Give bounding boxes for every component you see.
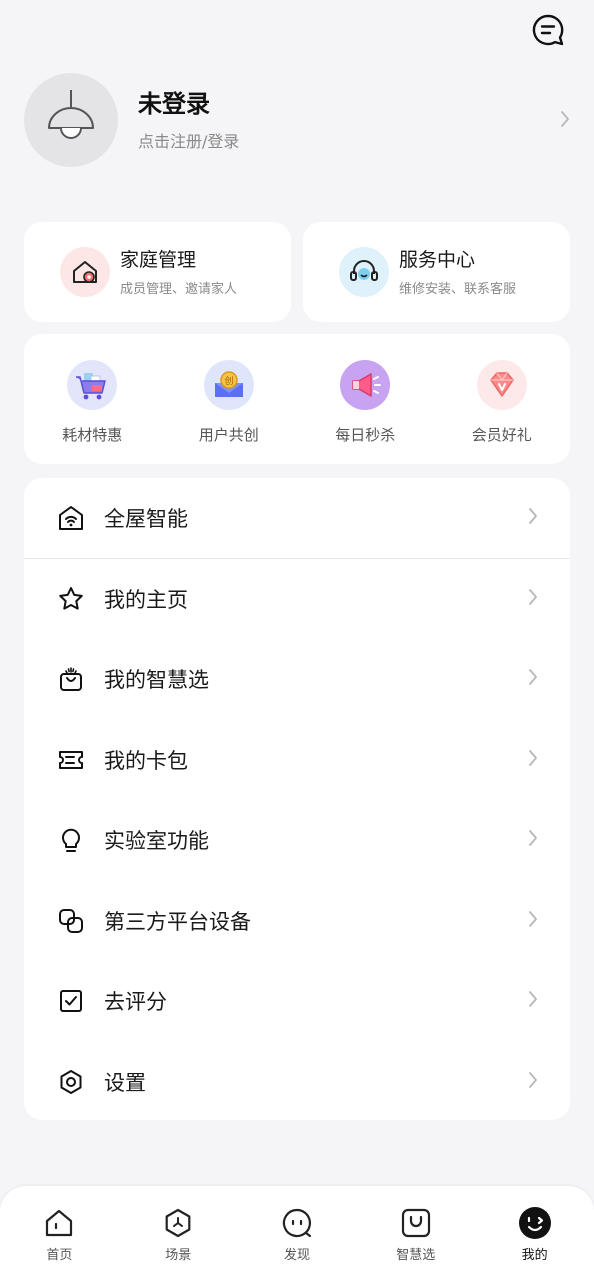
promo-member-gift-label: 会员好礼 xyxy=(471,426,532,444)
home-settings-icon xyxy=(60,247,110,297)
menu-list: 全屋智能 我的主页 我的智慧选 我的卡包 实验室功能 第三方平台设备 去评分 设… xyxy=(24,478,570,1120)
menu-item-lab-features[interactable]: 实验室功能 xyxy=(24,800,570,881)
chevron-right-icon xyxy=(528,507,538,529)
promo-flash-sale[interactable]: 每日秒杀 xyxy=(297,334,434,464)
profile-subtitle: 点击注册/登录 xyxy=(138,132,240,151)
lamp-icon xyxy=(43,88,99,152)
menu-item-label: 实验室功能 xyxy=(104,829,209,854)
chevron-right-icon xyxy=(528,668,538,690)
chevron-right-icon xyxy=(528,990,538,1012)
promo-co-create-label: 用户共创 xyxy=(198,426,259,444)
menu-item-label: 我的卡包 xyxy=(104,748,188,773)
bulb-icon xyxy=(56,825,86,855)
megaphone-icon xyxy=(340,360,391,410)
settings-icon xyxy=(56,1067,86,1097)
me-icon xyxy=(518,1206,552,1240)
tab-smart-select[interactable]: 智慧选 xyxy=(356,1186,475,1280)
family-management-subtitle: 成员管理、邀请家人 xyxy=(120,281,238,297)
avatar xyxy=(24,73,118,167)
menu-item-label: 设置 xyxy=(104,1070,146,1095)
family-management-title: 家庭管理 xyxy=(120,248,197,271)
chevron-right-icon xyxy=(528,1071,538,1093)
menu-item-rate-app[interactable]: 去评分 xyxy=(24,961,570,1042)
link-icon xyxy=(56,906,86,936)
promo-co-create[interactable]: 创 用户共创 xyxy=(161,334,298,464)
menu-item-label: 去评分 xyxy=(104,990,167,1015)
family-management-card[interactable]: 家庭管理 成员管理、邀请家人 xyxy=(24,222,291,322)
menu-item-label: 全屋智能 xyxy=(104,506,188,531)
bottom-tab-bar: 首页 场景 发现 智慧选 我的 xyxy=(0,1186,594,1280)
menu-item-label: 我的主页 xyxy=(104,587,188,612)
service-center-title: 服务中心 xyxy=(399,248,476,271)
promo-row: 耗材特惠 创 用户共创 每日秒杀 会员好礼 xyxy=(24,334,570,464)
menu-item-third-party-devices[interactable]: 第三方平台设备 xyxy=(24,881,570,962)
home-icon xyxy=(42,1206,76,1240)
tab-label: 我的 xyxy=(521,1248,548,1263)
chevron-right-icon xyxy=(528,910,538,932)
smart-bag-icon xyxy=(56,664,86,694)
promo-member-gift[interactable]: 会员好礼 xyxy=(434,334,571,464)
promo-flash-sale-label: 每日秒杀 xyxy=(335,426,396,444)
diamond-icon xyxy=(476,360,527,410)
chevron-right-icon xyxy=(560,110,570,132)
star-icon xyxy=(56,584,86,614)
tab-home[interactable]: 首页 xyxy=(0,1186,119,1280)
menu-item-my-homepage[interactable]: 我的主页 xyxy=(24,559,570,640)
shop-bag-icon xyxy=(399,1206,433,1240)
tab-label: 智慧选 xyxy=(396,1248,436,1263)
tab-label: 首页 xyxy=(46,1248,73,1263)
tab-label: 场景 xyxy=(165,1248,192,1263)
discover-icon xyxy=(280,1206,314,1240)
menu-item-my-smart-select[interactable]: 我的智慧选 xyxy=(24,639,570,720)
smart-home-icon xyxy=(56,503,86,533)
cart-icon xyxy=(67,360,118,410)
service-center-subtitle: 维修安装、联系客服 xyxy=(399,281,517,297)
chevron-right-icon xyxy=(528,749,538,771)
menu-item-label: 第三方平台设备 xyxy=(104,909,251,934)
profile-name: 未登录 xyxy=(138,90,210,118)
check-square-icon xyxy=(56,986,86,1016)
tab-scene[interactable]: 场景 xyxy=(119,1186,238,1280)
menu-item-label: 我的智慧选 xyxy=(104,668,209,693)
menu-item-my-card-wallet[interactable]: 我的卡包 xyxy=(24,720,570,801)
headset-icon xyxy=(339,247,389,297)
svg-text:创: 创 xyxy=(224,375,233,387)
chevron-right-icon xyxy=(528,829,538,851)
promo-consumables[interactable]: 耗材特惠 xyxy=(24,334,161,464)
promo-consumables-label: 耗材特惠 xyxy=(62,426,123,444)
tab-discover[interactable]: 发现 xyxy=(238,1186,357,1280)
profile-login-row[interactable]: 未登录 点击注册/登录 xyxy=(24,72,570,168)
message-icon xyxy=(531,13,565,51)
tab-label: 发现 xyxy=(283,1248,310,1263)
message-button[interactable] xyxy=(530,14,566,50)
co-create-icon: 创 xyxy=(203,360,254,410)
menu-item-whole-house-smart[interactable]: 全屋智能 xyxy=(24,478,570,559)
scene-icon xyxy=(161,1206,195,1240)
chevron-right-icon xyxy=(528,588,538,610)
service-center-card[interactable]: 服务中心 维修安装、联系客服 xyxy=(303,222,570,322)
ticket-icon xyxy=(56,745,86,775)
tab-me[interactable]: 我的 xyxy=(475,1186,594,1280)
menu-item-settings[interactable]: 设置 xyxy=(24,1042,570,1121)
